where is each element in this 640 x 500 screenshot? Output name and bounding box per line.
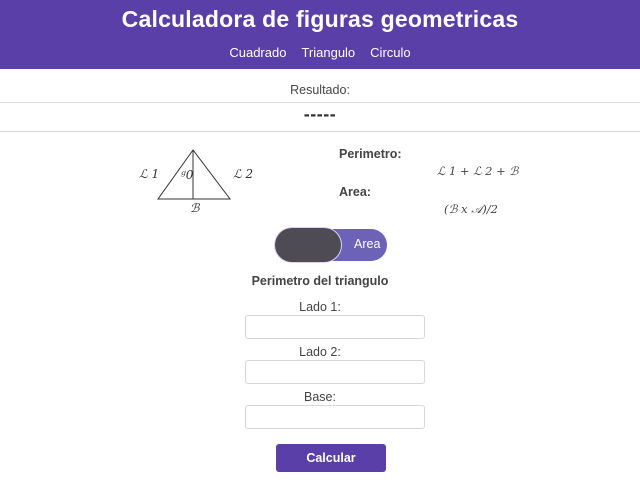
result-value: -----	[303, 104, 337, 124]
app-header: Calculadora de figuras geometricas Cuadr…	[0, 0, 640, 69]
side2-label: ℒ 2	[233, 167, 253, 181]
result-label: Resultado:	[290, 83, 350, 97]
lado2-input[interactable]	[245, 360, 425, 384]
nav-triangulo[interactable]: Triangulo	[301, 45, 355, 60]
divider	[0, 102, 640, 103]
perimeter-formula: ℒ 1 + ℒ 2 + ℬ	[437, 164, 519, 178]
lado1-label: Lado 1:	[299, 300, 341, 314]
triangle-shape	[157, 149, 232, 200]
nav-bar: Cuadrado Triangulo Circulo	[0, 45, 640, 60]
triangle-diagram: ℒ 1 ℒ 2 ᵍ0 ℬ	[139, 149, 253, 215]
perimeter-formula-label: Perimetro:	[339, 147, 402, 161]
lado1-input[interactable]	[245, 315, 425, 339]
area-formula: (ℬ x 𝒜)/2	[444, 202, 498, 216]
form-title: Perimetro del triangulo	[251, 274, 389, 288]
base-label: ℬ	[190, 201, 201, 215]
calculate-button[interactable]: Calcular	[276, 444, 386, 472]
area-formula-label: Area:	[339, 185, 371, 199]
perimeter-area-toggle[interactable]: Area	[275, 228, 387, 262]
divider	[0, 131, 640, 132]
side1-label: ℒ 1	[139, 167, 159, 181]
app-title: Calculadora de figuras geometricas	[121, 6, 519, 32]
toggle-knob	[275, 228, 341, 262]
base-input[interactable]	[245, 405, 425, 429]
height-label: ᵍ0	[181, 168, 194, 182]
nav-circulo[interactable]: Circulo	[370, 45, 410, 60]
lado2-label: Lado 2:	[299, 345, 341, 359]
nav-cuadrado[interactable]: Cuadrado	[229, 45, 286, 60]
base-label: Base:	[304, 390, 336, 404]
toggle-label: Area	[354, 237, 381, 251]
